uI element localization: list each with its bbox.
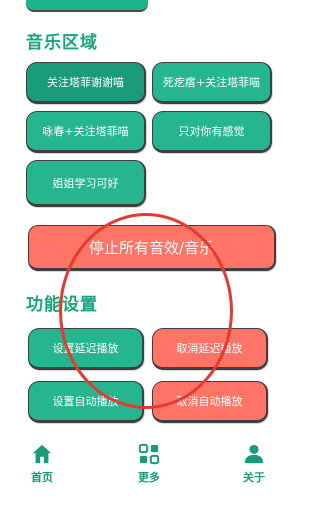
function-section-title: 功能设置 [26, 295, 98, 315]
music-button-4[interactable]: 只对你有感觉 [152, 111, 272, 153]
music-button-2[interactable]: 死疙瘩+关注塔菲喵 [152, 62, 272, 104]
music-button-5[interactable]: 姐姐学习可好 [26, 160, 146, 207]
set-delay-play-button[interactable]: 设置延迟播放 [28, 328, 144, 370]
home-icon [32, 444, 52, 464]
nav-item-about[interactable]: 关于 [224, 430, 284, 511]
nav-home-label: 首页 [31, 471, 53, 484]
music-button-3[interactable]: 咏春+关注塔菲喵 [26, 111, 146, 153]
bottom-nav: 首页 更多 关于 [0, 430, 300, 511]
nav-about-label: 关于 [243, 471, 265, 484]
music-button-1[interactable]: 关注塔菲谢谢喵 [26, 62, 146, 104]
nav-item-more[interactable]: 更多 [119, 430, 179, 511]
music-section-title: 音乐区域 [26, 33, 98, 53]
more-icon [138, 443, 160, 465]
stop-all-audio-button[interactable]: 停止所有音效/音乐 [28, 225, 276, 271]
nav-more-label: 更多 [138, 471, 160, 484]
top-partial-button[interactable] [26, 0, 148, 12]
cancel-delay-play-button[interactable]: 取消延迟播放 [152, 328, 268, 370]
about-icon [244, 444, 264, 464]
cancel-auto-play-button[interactable]: 取消自动播放 [152, 381, 268, 423]
nav-item-home[interactable]: 首页 [12, 430, 72, 511]
set-auto-play-button[interactable]: 设置自动播放 [28, 381, 144, 423]
